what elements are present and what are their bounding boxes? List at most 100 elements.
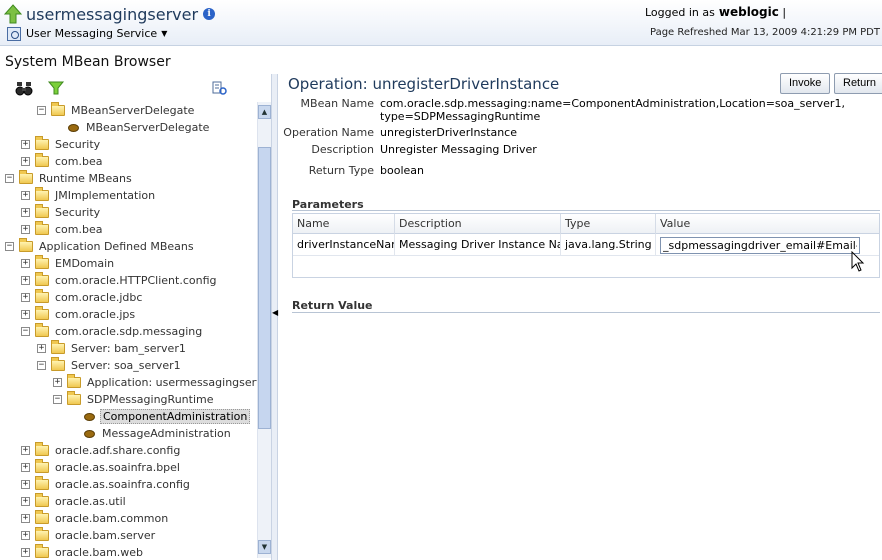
tree-node-label[interactable]: com.oracle.jps — [53, 308, 137, 321]
tree-node[interactable]: + com.oracle.jps — [21, 306, 137, 323]
tree-node-label[interactable]: oracle.as.soainfra.config — [53, 478, 192, 491]
service-menu[interactable]: User Messaging Service ▼ — [7, 25, 167, 42]
collapse-icon[interactable]: − — [21, 327, 30, 336]
expand-icon[interactable]: + — [21, 548, 30, 557]
expand-icon[interactable]: + — [21, 208, 30, 217]
collapse-icon[interactable]: − — [5, 242, 14, 251]
expand-icon[interactable]: + — [21, 480, 30, 489]
tree-node-label[interactable]: Security — [53, 138, 102, 151]
expand-icon[interactable]: + — [21, 259, 30, 268]
param-type: java.lang.String — [561, 234, 656, 256]
filter-icon[interactable] — [47, 80, 65, 96]
tree-node-label[interactable]: com.oracle.sdp.messaging — [53, 325, 204, 338]
expand-icon[interactable]: + — [21, 293, 30, 302]
collapse-icon[interactable]: − — [37, 106, 46, 115]
tree-node-label[interactable]: oracle.as.util — [53, 495, 128, 508]
tree-node-label[interactable]: Security — [53, 206, 102, 219]
tree-node-label[interactable]: EMDomain — [53, 257, 116, 270]
tree-node-label[interactable]: oracle.bam.common — [53, 512, 170, 525]
collapse-icon[interactable]: − — [5, 174, 14, 183]
tree-node[interactable]: + Security — [21, 136, 102, 153]
tree-node[interactable]: + oracle.bam.web — [21, 544, 145, 560]
tree-node[interactable]: + oracle.as.soainfra.config — [21, 476, 192, 493]
user-name[interactable]: weblogic — [719, 5, 779, 19]
scroll-thumb[interactable] — [258, 147, 271, 429]
tree-node-label[interactable]: Runtime MBeans — [37, 172, 134, 185]
param-value-input[interactable] — [660, 237, 860, 254]
collapse-icon[interactable]: − — [53, 395, 62, 404]
expand-icon[interactable]: + — [37, 344, 46, 353]
tree-node[interactable]: + oracle.bam.common — [21, 510, 170, 527]
tree-node[interactable]: − Application Defined MBeans — [5, 238, 196, 255]
tree-node-label[interactable]: Application: usermessagingserver — [85, 376, 258, 389]
tree-node[interactable]: + com.bea — [21, 221, 104, 238]
tree-node-label[interactable]: com.bea — [53, 223, 104, 236]
tree-node[interactable]: − Runtime MBeans — [5, 170, 134, 187]
folder-icon — [35, 255, 49, 269]
expand-icon[interactable]: + — [21, 531, 30, 540]
expand-icon[interactable]: + — [21, 276, 30, 285]
mouse-pointer-icon — [851, 251, 865, 272]
expand-icon[interactable]: + — [21, 157, 30, 166]
tree-node-label[interactable]: Server: bam_server1 — [69, 342, 188, 355]
invoke-button[interactable]: Invoke — [780, 73, 831, 94]
tree-node-label[interactable]: com.bea — [53, 155, 104, 168]
expand-icon[interactable]: + — [21, 225, 30, 234]
tree-node-label[interactable]: JMImplementation — [53, 189, 157, 202]
tree-node-label[interactable]: oracle.adf.share.config — [53, 444, 182, 457]
expand-icon[interactable]: + — [21, 191, 30, 200]
tree-node[interactable]: − SDPMessagingRuntime — [53, 391, 215, 408]
tree-node-label[interactable]: MBeanServerDelegate — [84, 121, 211, 134]
scroll-up-icon[interactable]: ▲ — [258, 105, 271, 119]
tree-node[interactable]: + Security — [21, 204, 102, 221]
tree-node[interactable]: + com.oracle.HTTPClient.config — [21, 272, 219, 289]
tree-node-label[interactable]: MessageAdministration — [100, 427, 233, 440]
tree-node-label[interactable]: com.oracle.jdbc — [53, 291, 144, 304]
expand-icon[interactable]: + — [21, 140, 30, 149]
expand-icon[interactable]: + — [21, 514, 30, 523]
folder-icon — [51, 357, 65, 371]
tree-node-label[interactable]: Server: soa_server1 — [69, 359, 183, 372]
tree-node[interactable]: + oracle.bam.server — [21, 527, 157, 544]
tree-node[interactable]: + oracle.as.util — [21, 493, 128, 510]
tree-node-label[interactable]: oracle.bam.web — [53, 546, 145, 559]
expand-icon[interactable]: + — [21, 446, 30, 455]
refresh-tree-icon[interactable] — [210, 80, 228, 96]
tree-node-label[interactable]: Application Defined MBeans — [37, 240, 196, 253]
tree-node[interactable]: − Server: soa_server1 — [37, 357, 183, 374]
tree-node[interactable]: + oracle.adf.share.config — [21, 442, 182, 459]
expand-icon[interactable]: + — [21, 463, 30, 472]
tree-node[interactable]: MessageAdministration — [84, 425, 233, 442]
tree-node[interactable]: − MBeanServerDelegate — [37, 102, 196, 119]
tree-node[interactable]: + oracle.as.soainfra.bpel — [21, 459, 182, 476]
param-description: Messaging Driver Instance Name — [395, 234, 561, 256]
tree-node[interactable]: + Server: bam_server1 — [37, 340, 188, 357]
tree-node[interactable]: + com.bea — [21, 153, 104, 170]
collapse-icon[interactable]: − — [37, 361, 46, 370]
tree-scrollbar[interactable]: ▲ ▼ — [257, 102, 271, 558]
tree-node[interactable]: + Application: usermessagingserver — [53, 374, 258, 391]
tree-node[interactable]: + com.oracle.jdbc — [21, 289, 144, 306]
scroll-down-icon[interactable]: ▼ — [258, 540, 271, 554]
mbean-tree[interactable]: − MBeanServerDelegate MBeanServerDelegat… — [0, 102, 258, 560]
tree-node-label[interactable]: oracle.as.soainfra.bpel — [53, 461, 182, 474]
info-icon[interactable]: i — [203, 8, 216, 20]
tree-node-label[interactable]: oracle.bam.server — [53, 529, 157, 542]
find-binoculars-icon[interactable] — [15, 80, 33, 96]
tree-node-label[interactable]: MBeanServerDelegate — [69, 104, 196, 117]
tree-node[interactable]: MBeanServerDelegate — [68, 119, 211, 136]
collapse-left-icon[interactable]: ◀ — [272, 308, 278, 317]
panel-splitter[interactable]: ◀ — [271, 74, 278, 560]
expand-icon[interactable]: + — [21, 497, 30, 506]
tree-node[interactable]: + EMDomain — [21, 255, 116, 272]
expand-icon[interactable]: + — [21, 310, 30, 319]
expand-icon[interactable]: + — [53, 378, 62, 387]
tree-node-label[interactable]: com.oracle.HTTPClient.config — [53, 274, 219, 287]
tree-node[interactable]: − com.oracle.sdp.messaging — [21, 323, 204, 340]
tree-node-selected[interactable]: ComponentAdministration — [84, 408, 251, 425]
tree-node-label[interactable]: SDPMessagingRuntime — [85, 393, 215, 406]
up-arrow-icon[interactable] — [4, 4, 22, 24]
tree-node[interactable]: + JMImplementation — [21, 187, 157, 204]
return-button[interactable]: Return — [834, 73, 882, 94]
tree-node-label[interactable]: ComponentAdministration — [100, 409, 251, 424]
